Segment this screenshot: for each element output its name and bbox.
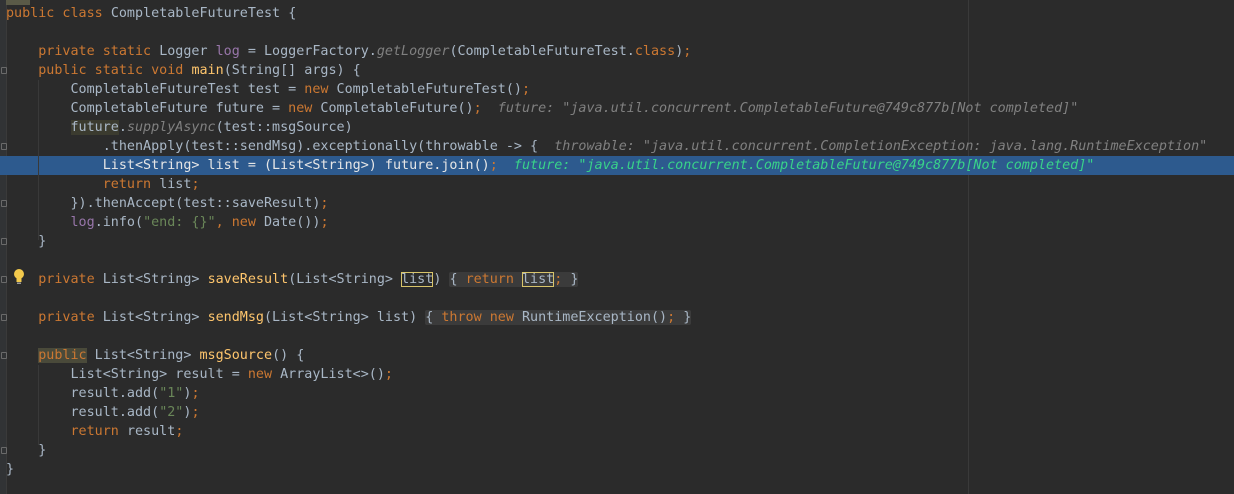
code-line[interactable]: result.add("1"); [6,384,199,403]
code-line[interactable]: public class CompletableFutureTest { [6,4,296,23]
code-line[interactable]: future.supplyAsync(test::msgSource) [6,118,353,137]
code-editor[interactable]: public class CompletableFutureTest { pri… [0,0,1234,494]
code-line[interactable]: return list; [6,175,200,194]
code-line[interactable]: }).thenAccept(test::saveResult); [6,194,328,213]
code-line[interactable]: CompletableFutureTest test = new Complet… [6,80,530,99]
debug-inline-value: throwable: "java.util.concurrent.Complet… [554,139,1208,154]
code-line[interactable]: private List<String> saveResult(List<Str… [6,270,579,289]
code-line[interactable]: } [6,460,14,479]
code-line[interactable]: result.add("2"); [6,403,199,422]
code-line[interactable]: } [6,441,46,460]
debug-inline-value: future: "java.util.concurrent.Completabl… [513,158,1095,173]
code-line[interactable]: private static Logger log = LoggerFactor… [6,42,691,61]
code-line-current[interactable]: List<String> list = (List<String>) futur… [6,156,1095,175]
code-line[interactable]: public List<String> msgSource() { [6,346,304,365]
code-line[interactable]: log.info("end: {}", new Date()); [6,213,329,232]
debug-inline-value: future: "java.util.concurrent.Completabl… [497,101,1079,116]
right-margin-guide [968,0,969,494]
code-line[interactable]: public static void main(String[] args) { [6,61,361,80]
code-line[interactable]: return result; [6,422,184,441]
code-line[interactable]: List<String> result = new ArrayList<>(); [6,365,393,384]
code-line[interactable]: .thenApply(test::sendMsg).exceptionally(… [6,137,1208,156]
code-line[interactable]: CompletableFuture future = new Completab… [6,99,1078,118]
code-line[interactable]: } [6,232,46,251]
code-line[interactable]: private List<String> sendMsg(List<String… [6,308,692,327]
